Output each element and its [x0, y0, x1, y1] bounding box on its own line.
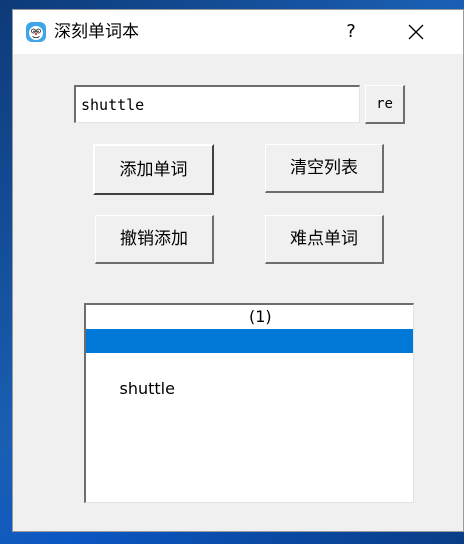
undo-add-button[interactable]: 撤销添加 — [95, 215, 214, 264]
close-button[interactable] — [393, 10, 439, 54]
window-title: 深刻单词本 — [54, 22, 139, 42]
app-icon — [25, 21, 47, 43]
list-item[interactable]: kin (1) — [86, 305, 413, 350]
list-item-word: shuttle — [119, 379, 175, 398]
list-item-count: (1) — [249, 307, 272, 326]
hard-words-button[interactable]: 难点单词 — [265, 215, 384, 264]
list-item[interactable]: shuttle — [86, 353, 413, 398]
title-bar[interactable]: 深刻单词本 ? — [13, 10, 463, 54]
word-listbox[interactable]: kin (1) spur shuttle — [84, 303, 414, 503]
list-item-selected[interactable]: spur — [86, 329, 413, 374]
add-word-button[interactable]: 添加单词 — [93, 144, 214, 195]
close-icon — [408, 24, 424, 40]
re-button[interactable]: re — [365, 85, 405, 124]
help-button[interactable]: ? — [331, 10, 371, 54]
clear-list-button[interactable]: 清空列表 — [265, 144, 384, 193]
dialog-window: 深刻单词本 ? re 添加单词 清空列表 撤销添加 难点单词 kin (1) s… — [13, 10, 463, 531]
word-input[interactable] — [74, 85, 360, 123]
